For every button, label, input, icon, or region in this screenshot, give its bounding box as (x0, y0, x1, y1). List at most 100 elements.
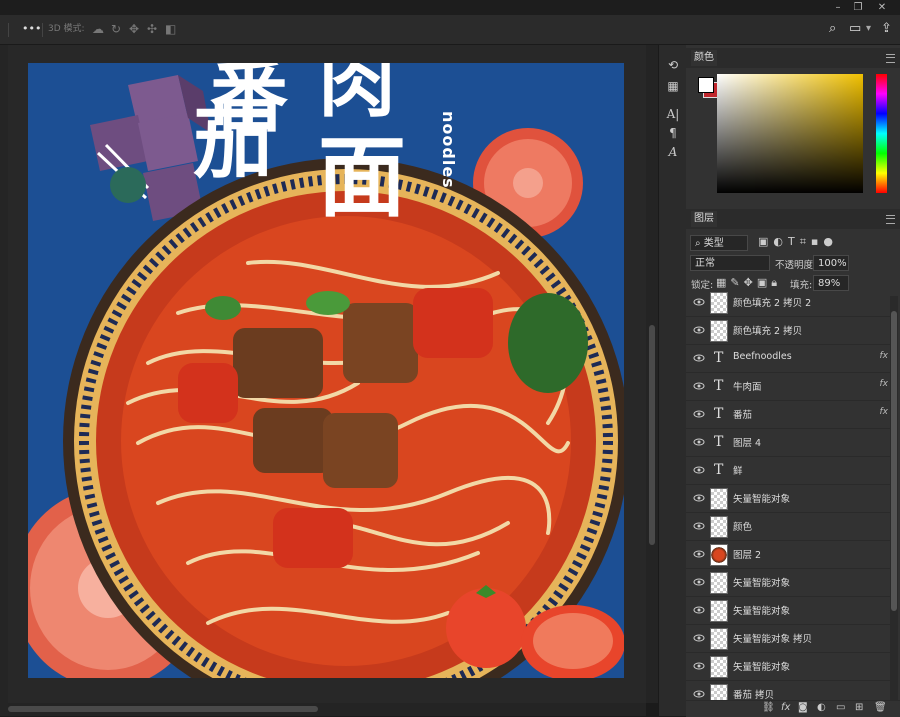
layer-thumbnail (710, 572, 728, 594)
title-char-mian: 面 (318, 126, 407, 229)
visibility-eye-icon[interactable] (693, 324, 705, 336)
left-gutter (0, 45, 8, 716)
layer-thumbnail (710, 684, 728, 700)
fx-icon[interactable]: fx (781, 702, 790, 713)
workspace-icon[interactable]: ▭ (849, 21, 861, 37)
layer-row[interactable]: 颜色 (686, 512, 890, 541)
layer-name: 图层 2 (733, 550, 762, 561)
visibility-eye-icon[interactable] (693, 380, 705, 392)
layer-row[interactable]: T 图层 4 (686, 428, 890, 457)
delete-icon[interactable]: 🗑︎ (874, 702, 887, 713)
blend-mode-select[interactable]: 正常 (690, 255, 770, 271)
opacity-label: 不透明度: (775, 260, 817, 271)
visibility-eye-icon[interactable] (693, 604, 705, 616)
link-layers-icon[interactable]: ⛓ (762, 702, 775, 713)
text-layer-icon: T (714, 406, 724, 422)
layer-row[interactable]: 矢量智能对象 (686, 596, 890, 625)
character-icon[interactable]: A| (664, 105, 682, 123)
visibility-eye-icon[interactable] (693, 464, 705, 476)
visibility-eye-icon[interactable] (693, 296, 705, 308)
search-icon: ⌕ (695, 238, 704, 249)
visibility-eye-icon[interactable] (693, 352, 705, 364)
text-layer-icon: T (714, 462, 724, 478)
layer-row[interactable]: 图层 2 (686, 540, 890, 569)
layers-panel-tab[interactable]: 图层 (686, 209, 900, 229)
layer-name: 矢量智能对象 (733, 494, 791, 505)
scale-3d-icon[interactable]: ◧ (165, 21, 176, 37)
group-icon[interactable]: ▭ (836, 702, 845, 713)
visibility-eye-icon[interactable] (693, 660, 705, 672)
panel-icon-column: ⟲ ▦ A| ¶ A (658, 45, 686, 716)
color-picker-field[interactable] (717, 74, 863, 193)
layer-row[interactable]: 矢量智能对象 (686, 484, 890, 513)
visibility-eye-icon[interactable] (693, 548, 705, 560)
panel-menu-icon[interactable] (886, 54, 895, 63)
color-panel-tab[interactable]: 颜色 (686, 48, 900, 68)
restore-icon[interactable]: ❐ (848, 0, 868, 15)
layer-thumbnail (710, 516, 728, 538)
visibility-eye-icon[interactable] (693, 632, 705, 644)
noodle-bowl (63, 158, 624, 678)
layer-name: 矢量智能对象 (733, 662, 791, 673)
visibility-eye-icon[interactable] (693, 492, 705, 504)
layer-row[interactable]: T 牛肉面 fx (686, 372, 890, 401)
layers-list[interactable]: 颜色填充 2 拷贝 2 颜色填充 2 拷贝 T Beefnoodles fx T 牛肉面 fx… (686, 287, 890, 700)
opacity-input[interactable]: 100% (813, 255, 849, 271)
slide-3d-icon[interactable]: ✣ (147, 21, 157, 37)
foreground-color-swatch[interactable] (698, 77, 714, 93)
pan-3d-icon[interactable]: ✥ (129, 21, 139, 37)
layer-name: 番茄 (733, 410, 753, 421)
orbit-3d-icon[interactable]: ☁ (92, 21, 104, 37)
layer-fx-badge[interactable]: fx (880, 407, 889, 417)
layer-filter-select[interactable]: ⌕ 类型 (690, 235, 748, 251)
canvas-vertical-scrollbar[interactable] (646, 45, 658, 703)
visibility-eye-icon[interactable] (693, 688, 705, 700)
layer-row[interactable]: 矢量智能对象 拷贝 (686, 624, 890, 653)
more-options-icon[interactable]: ••• (22, 21, 41, 37)
layer-row[interactable]: 颜色填充 2 拷贝 (686, 316, 890, 345)
text-layer-icon: T (714, 350, 724, 366)
layer-name: 颜色填充 2 拷贝 (733, 326, 803, 337)
share-icon[interactable]: ⇪ (881, 21, 892, 37)
layers-scrollbar[interactable] (890, 296, 898, 701)
canvas[interactable]: 番 肉 茄 面 noodles (28, 63, 624, 678)
hue-slider[interactable] (876, 74, 887, 193)
new-layer-icon[interactable]: ⊞ (855, 702, 863, 713)
canvas-horizontal-scrollbar[interactable] (8, 703, 646, 716)
layer-fx-badge[interactable]: fx (880, 351, 889, 361)
layer-name: 矢量智能对象 拷贝 (733, 634, 813, 645)
layer-thumbnail (710, 628, 728, 650)
layer-thumbnail (710, 488, 728, 510)
table-icon[interactable]: ▦ (664, 77, 682, 95)
layer-thumbnail (710, 544, 728, 566)
close-icon[interactable]: ✕ (872, 0, 892, 15)
layer-fx-badge[interactable]: fx (880, 379, 889, 389)
visibility-eye-icon[interactable] (693, 520, 705, 532)
minimize-icon[interactable]: – (828, 0, 848, 15)
visibility-eye-icon[interactable] (693, 436, 705, 448)
layer-row[interactable]: T 番茄 fx (686, 400, 890, 429)
layer-row[interactable]: 矢量智能对象 (686, 652, 890, 681)
layer-thumbnail (710, 600, 728, 622)
glyph-icon[interactable]: A (664, 143, 682, 161)
panel-menu-icon[interactable] (886, 215, 895, 224)
layer-row[interactable]: 番茄 拷贝 (686, 680, 890, 700)
roll-3d-icon[interactable]: ↻ (111, 21, 121, 37)
search-icon[interactable]: ⌕ (829, 21, 836, 37)
layer-filter-icons[interactable]: ▣◐T⌗▪● (758, 235, 838, 249)
color-panel-label: 颜色 (691, 50, 717, 66)
3d-icon[interactable]: ⟲ (664, 56, 682, 74)
layer-thumbnail (710, 656, 728, 678)
chevron-down-icon[interactable]: ▾ (866, 21, 871, 37)
layer-row[interactable]: 颜色填充 2 拷贝 2 (686, 288, 890, 317)
title-char-qie: 茄 (193, 96, 273, 189)
layer-row[interactable]: T鲜 (686, 456, 890, 485)
layer-row[interactable]: T Beefnoodles fx (686, 344, 890, 373)
layer-row[interactable]: 矢量智能对象 (686, 568, 890, 597)
layer-name: 图层 4 (733, 438, 762, 449)
paragraph-icon[interactable]: ¶ (664, 124, 682, 142)
mask-icon[interactable]: ◙ (798, 702, 808, 713)
adjustment-icon[interactable]: ◐ (817, 702, 826, 713)
visibility-eye-icon[interactable] (693, 576, 705, 588)
visibility-eye-icon[interactable] (693, 408, 705, 420)
